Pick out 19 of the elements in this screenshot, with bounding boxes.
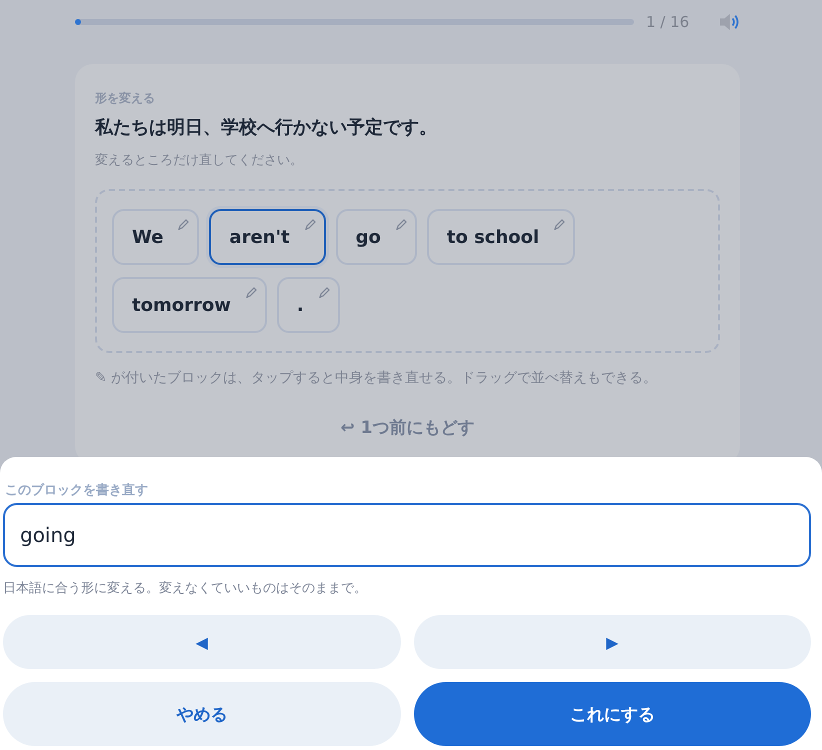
progress-counter: 1 / 16	[646, 13, 690, 31]
field-label: このブロックを書き直す	[5, 482, 149, 499]
word-block[interactable]: to school	[426, 209, 576, 265]
speaker-icon[interactable]	[718, 13, 740, 31]
cancel-button[interactable]: やめる	[3, 682, 400, 746]
field-hint: 日本語に合う形に変える。変えなくていいものはそのままで。	[3, 580, 368, 597]
word-block[interactable]: aren't	[209, 209, 326, 265]
input-field[interactable]: going	[3, 503, 811, 567]
category-label: 形を変える	[95, 90, 156, 107]
confirm-button[interactable]: これにする	[414, 682, 811, 746]
question-sentence: 私たちは明日、学校へ行かない予定です。	[95, 116, 438, 139]
word-block[interactable]: tomorrow	[112, 277, 267, 333]
word-block[interactable]: .	[276, 277, 340, 333]
instruction-text: 変えるところだけ直してください。	[95, 152, 304, 169]
arrow-button[interactable]: ◀	[3, 615, 400, 669]
word-block[interactable]: go	[336, 209, 417, 265]
word-block[interactable]: We	[112, 209, 200, 265]
arrow-button[interactable]: ▶	[414, 615, 811, 669]
hint-text: ✎ が付いたブロックは、タップすると中身を書き直せる。ドラッグで並べ替えもできる。	[95, 369, 658, 388]
